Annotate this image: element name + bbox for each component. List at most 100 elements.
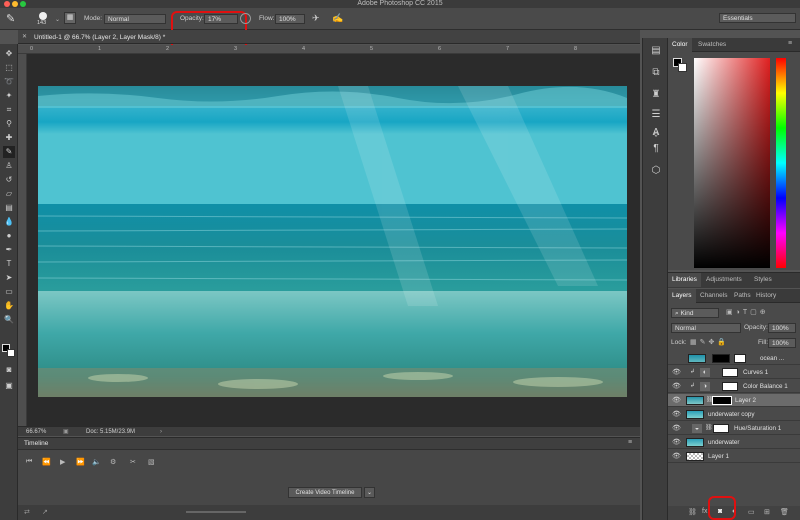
blur-tool-icon[interactable]: 💧 [3, 216, 15, 228]
convert-frame-icon[interactable]: ⇄ [24, 508, 30, 516]
settings-gear-icon[interactable]: ⚙ [110, 458, 116, 466]
3d-cube-icon[interactable]: ⬡ [649, 164, 663, 178]
layer-row[interactable]: 👁 underwater [668, 436, 800, 449]
previous-frame-icon[interactable]: ⏪ [42, 458, 51, 466]
clone-stamp-tool-icon[interactable]: ♙ [3, 160, 15, 172]
color-picker-field[interactable] [694, 58, 770, 268]
eye-icon[interactable]: 👁 [672, 382, 681, 391]
character-icon[interactable]: A [649, 126, 663, 140]
fill-field[interactable]: 100% [768, 338, 796, 348]
type-tool-icon[interactable]: T [3, 258, 15, 270]
canvas-area[interactable] [27, 54, 640, 426]
brush-tool-selected-icon[interactable]: ✎ [3, 146, 15, 158]
layer-row[interactable]: ocean ... [668, 352, 800, 365]
layer-name[interactable]: Layer 1 [708, 450, 729, 463]
tab-adjustments[interactable]: Adjustments [702, 273, 746, 287]
close-tab-icon[interactable]: ✕ [22, 33, 27, 40]
layer-row[interactable]: 👁 ↲ ◐ Curves 1 [668, 366, 800, 379]
layer-name[interactable]: Hue/Saturation 1 [734, 422, 781, 435]
paragraph-icon[interactable]: ¶ [649, 142, 663, 156]
new-group-folder-icon[interactable]: ▭ [748, 508, 755, 516]
layer-style-fx-icon[interactable]: fx [702, 508, 707, 515]
panel-menu-icon[interactable]: ≡ [628, 439, 632, 446]
history-icon[interactable]: ▤ [649, 44, 663, 58]
gradient-tool-icon[interactable]: ▤ [3, 202, 15, 214]
layer-name[interactable]: underwater [708, 436, 740, 449]
adjustments-sliders-icon[interactable]: ☰ [649, 108, 663, 122]
canvas-image[interactable] [38, 86, 627, 397]
pressure-size-icon[interactable]: ✍ [332, 12, 344, 24]
flow-field[interactable]: 100% [275, 14, 305, 24]
eye-icon[interactable]: 👁 [672, 396, 681, 405]
brush-tool-icon[interactable]: ✎ [6, 12, 20, 26]
tab-channels[interactable]: Channels [696, 289, 731, 303]
link-icon[interactable]: ⛓ [705, 424, 713, 431]
quick-mask-icon[interactable]: ◙ [3, 364, 15, 376]
dodge-tool-icon[interactable]: ● [3, 230, 15, 242]
transition-icon[interactable]: ▧ [148, 458, 155, 466]
layer-row-selected[interactable]: 👁 ⛓ Layer 2 [668, 394, 800, 407]
history-brush-tool-icon[interactable]: ↺ [3, 174, 15, 186]
layer-name[interactable]: ocean ... [760, 352, 784, 365]
link-layers-icon[interactable]: ⛓ [688, 508, 697, 516]
split-clip-icon[interactable]: ✂ [130, 458, 136, 466]
crop-tool-icon[interactable]: ⌗ [3, 104, 15, 116]
layer-filter-kind[interactable]: ⌕ Kind [671, 308, 719, 318]
layer-row[interactable]: 👁 Layer 1 [668, 450, 800, 463]
hand-tool-icon[interactable]: ✋ [3, 300, 15, 312]
timeline-mode-chevron-icon[interactable]: ⌄ [364, 487, 375, 498]
brush-presets-icon[interactable]: ♜ [649, 88, 663, 102]
panel-menu-icon[interactable]: ≡ [788, 40, 792, 47]
marquee-tool-icon[interactable]: ⬚ [3, 62, 15, 74]
document-tab[interactable]: Untitled-1 @ 66.7% (Layer 2, Layer Mask/… [34, 32, 165, 43]
pen-tool-icon[interactable]: ✒ [3, 244, 15, 256]
eye-icon[interactable]: 👁 [672, 368, 681, 377]
tab-history[interactable]: History [752, 289, 780, 303]
brush-panel-toggle-icon[interactable]: ▦ [64, 12, 76, 24]
eye-icon[interactable]: 👁 [672, 424, 681, 433]
tab-swatches[interactable]: Swatches [694, 38, 730, 52]
create-video-timeline-button[interactable]: Create Video Timeline [288, 487, 362, 498]
background-color-swatch[interactable] [7, 349, 15, 357]
layer-row[interactable]: 👁 underwater copy [668, 408, 800, 421]
layer-name[interactable]: Curves 1 [743, 366, 768, 379]
tab-styles[interactable]: Styles [750, 273, 776, 287]
audio-icon[interactable]: 🔈 [92, 458, 101, 466]
properties-icon[interactable]: ⧉ [649, 66, 663, 80]
eye-icon[interactable]: 👁 [672, 452, 681, 461]
layer-name[interactable]: Layer 2 [735, 394, 756, 407]
layer-row[interactable]: 👁 ◒ ⛓ Hue/Saturation 1 [668, 422, 800, 435]
tab-layers[interactable]: Layers [668, 289, 696, 303]
path-selection-tool-icon[interactable]: ➤ [3, 272, 15, 284]
background-color-chip[interactable] [678, 63, 687, 72]
layer-opacity-field[interactable]: 100% [768, 323, 796, 333]
zoom-tool-icon[interactable]: 🔍 [3, 314, 15, 326]
blend-mode-select[interactable]: Normal [671, 323, 741, 333]
play-icon[interactable]: ▶ [60, 458, 65, 466]
airbrush-icon[interactable]: ✈ [312, 12, 324, 24]
magic-wand-tool-icon[interactable]: ✦ [3, 90, 15, 102]
lock-icons[interactable]: ▦✎✥🔒 [690, 338, 729, 346]
pressure-opacity-icon[interactable] [240, 13, 251, 24]
layer-name[interactable]: Color Balance 1 [743, 380, 788, 393]
healing-brush-tool-icon[interactable]: ✚ [3, 132, 15, 144]
screen-mode-icon[interactable]: ▣ [3, 380, 15, 392]
eyedropper-tool-icon[interactable]: ⚲ [3, 118, 15, 130]
lasso-tool-icon[interactable]: ➰ [3, 76, 15, 88]
new-layer-icon[interactable]: ⊞ [764, 508, 770, 516]
render-video-icon[interactable]: ↗ [42, 508, 48, 516]
mode-select[interactable]: Normal [104, 14, 166, 24]
visibility-off-icon[interactable] [672, 354, 681, 363]
tab-paths[interactable]: Paths [730, 289, 755, 303]
first-frame-icon[interactable]: ⏮ [26, 458, 32, 466]
move-tool-icon[interactable]: ✥ [3, 48, 15, 60]
next-frame-icon[interactable]: ⏩ [76, 458, 85, 466]
layer-filter-icons[interactable]: ▣◑T▢⊕ [726, 308, 796, 318]
trash-icon[interactable]: 🗑 [780, 508, 789, 516]
hue-slider[interactable] [776, 58, 786, 268]
status-menu-arrow-icon[interactable]: › [160, 427, 162, 437]
brush-preset-picker[interactable]: 143 [34, 11, 54, 27]
timeline-title[interactable]: Timeline [24, 440, 48, 447]
eye-icon[interactable]: 👁 [672, 410, 681, 419]
eye-icon[interactable]: 👁 [672, 438, 681, 447]
